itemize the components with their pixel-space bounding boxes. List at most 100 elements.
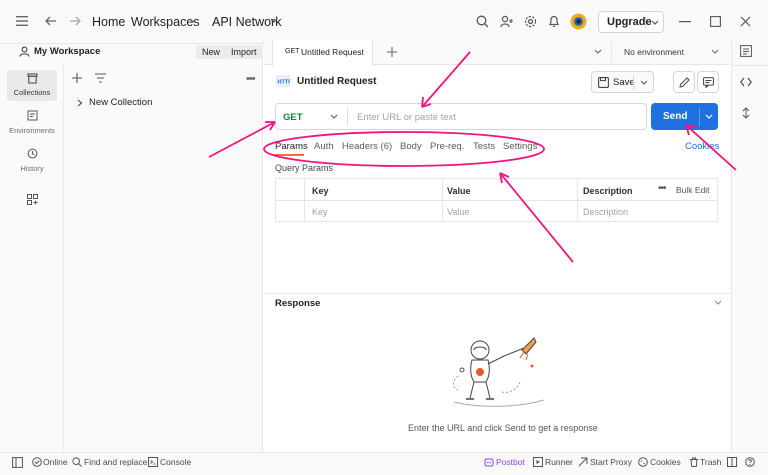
- forward-arrow-icon[interactable]: [68, 14, 82, 28]
- environments-icon: [0, 110, 64, 121]
- comments-button[interactable]: [697, 71, 719, 93]
- annotation-arrow: [265, 121, 276, 131]
- collections-icon: [7, 73, 57, 84]
- tab-body[interactable]: Body: [400, 141, 422, 152]
- svg-text:HTTP: HTTP: [278, 80, 291, 86]
- params-table: Key Value Description ••• Bulk Edit Key …: [275, 178, 718, 222]
- close-window-button[interactable]: [740, 16, 751, 27]
- tab-untitled-request[interactable]: GET Untitled Request: [272, 40, 373, 66]
- tab-auth[interactable]: Auth: [314, 141, 334, 152]
- search-icon[interactable]: [476, 15, 489, 28]
- right-sidebar: [731, 40, 768, 453]
- sidebar-item-history[interactable]: History: [0, 148, 64, 173]
- tab-pre-request[interactable]: Pre-req.: [430, 141, 464, 152]
- column-header-value: Value: [447, 186, 471, 196]
- environment-quick-look-icon[interactable]: [740, 45, 752, 57]
- value-input[interactable]: Value: [447, 207, 469, 217]
- online-status[interactable]: Online: [43, 457, 68, 467]
- invite-user-icon[interactable]: [500, 15, 514, 28]
- sidebar-item-label: History: [20, 164, 44, 173]
- query-params-title: Query Params: [275, 163, 334, 173]
- sidebar-item-collections[interactable]: Collections: [7, 70, 57, 101]
- divider: [611, 42, 612, 62]
- menu-icon[interactable]: [16, 16, 28, 26]
- chevron-down-icon: [189, 18, 197, 24]
- console-icon: [148, 457, 158, 467]
- environment-selector[interactable]: No environment: [624, 47, 684, 57]
- method-select[interactable]: GET: [283, 112, 303, 123]
- code-icon[interactable]: [740, 77, 752, 87]
- minimize-window-button[interactable]: [679, 21, 691, 23]
- layout-icon[interactable]: [727, 457, 737, 467]
- notification-bell-icon[interactable]: [548, 15, 560, 28]
- url-input[interactable]: Enter URL or paste text: [357, 112, 456, 123]
- tab-params[interactable]: Params: [275, 141, 308, 152]
- info-icon[interactable]: [741, 107, 751, 119]
- send-button[interactable]: Send: [651, 103, 718, 130]
- chevron-down-icon[interactable]: [714, 300, 722, 306]
- chevron-down-icon[interactable]: [640, 80, 648, 86]
- chevron-down-icon[interactable]: [594, 49, 602, 55]
- user-icon: [19, 46, 30, 57]
- response-title: Response: [275, 298, 321, 309]
- collection-item[interactable]: New Collection: [89, 97, 152, 108]
- new-tab-icon[interactable]: [387, 47, 397, 57]
- chevron-down-icon[interactable]: [711, 49, 719, 55]
- new-button[interactable]: New: [196, 45, 227, 59]
- toggle-sidebar-icon[interactable]: [12, 457, 23, 468]
- trash-button[interactable]: Trash: [700, 457, 721, 467]
- active-tab-indicator: [275, 154, 304, 156]
- tab-settings[interactable]: Settings: [503, 141, 537, 152]
- proxy-icon: [578, 457, 588, 467]
- column-header-description: Description: [583, 186, 633, 196]
- chevron-down-icon[interactable]: [705, 114, 713, 120]
- trash-icon: [689, 457, 699, 467]
- tab-tests[interactable]: Tests: [473, 141, 495, 152]
- more-options-icon[interactable]: •••: [246, 73, 256, 85]
- bulk-edit-button[interactable]: Bulk Edit: [676, 185, 710, 195]
- start-proxy-button[interactable]: Start Proxy: [590, 457, 632, 467]
- key-input[interactable]: Key: [312, 207, 328, 217]
- back-arrow-icon[interactable]: [44, 14, 58, 28]
- cookies-link[interactable]: Cookies: [685, 141, 719, 152]
- send-label: Send: [663, 111, 688, 122]
- response-panel-header[interactable]: [264, 293, 731, 313]
- response-empty-message: Enter the URL and click Send to get a re…: [408, 423, 598, 433]
- import-button[interactable]: Import: [225, 45, 263, 59]
- find-replace-button[interactable]: Find and replace: [84, 457, 147, 467]
- filter-icon[interactable]: [95, 73, 106, 83]
- description-input[interactable]: Description: [583, 207, 628, 217]
- online-status-icon: [32, 457, 42, 467]
- divider: [276, 200, 717, 201]
- cookies-button[interactable]: Cookies: [650, 457, 681, 467]
- add-icon[interactable]: [72, 73, 82, 83]
- edit-button[interactable]: [673, 71, 695, 93]
- workspace-name[interactable]: My Workspace: [34, 46, 100, 57]
- comment-icon: [703, 77, 714, 88]
- chevron-down-icon: [270, 18, 278, 24]
- sidebar-item-label: Collections: [13, 88, 51, 97]
- configure-workbench-icon[interactable]: [27, 194, 38, 205]
- sidebar-item-environments[interactable]: Environments: [0, 110, 64, 135]
- upgrade-button[interactable]: Upgrade: [598, 11, 664, 33]
- chevron-down-icon[interactable]: [330, 114, 338, 120]
- tab-headers[interactable]: Headers (6): [342, 141, 392, 152]
- help-icon[interactable]: [745, 457, 755, 467]
- pencil-icon: [679, 77, 690, 88]
- maximize-window-button[interactable]: [710, 16, 721, 27]
- history-icon: [0, 148, 64, 159]
- chevron-down-icon[interactable]: [651, 20, 659, 26]
- chevron-right-icon[interactable]: [77, 99, 83, 107]
- postbot-icon: [484, 457, 494, 467]
- column-header-key: Key: [312, 186, 329, 196]
- sidebar-item-label: Environments: [9, 126, 55, 135]
- settings-gear-icon[interactable]: [524, 15, 537, 28]
- runner-button[interactable]: Runner: [545, 457, 573, 467]
- save-button[interactable]: Save: [591, 71, 654, 93]
- avatar[interactable]: [570, 13, 587, 30]
- postbot-button[interactable]: Postbot: [496, 457, 525, 467]
- console-button[interactable]: Console: [160, 457, 191, 467]
- more-options-icon[interactable]: •••: [658, 183, 666, 194]
- home-link[interactable]: Home: [92, 15, 125, 29]
- request-title[interactable]: Untitled Request: [297, 76, 376, 87]
